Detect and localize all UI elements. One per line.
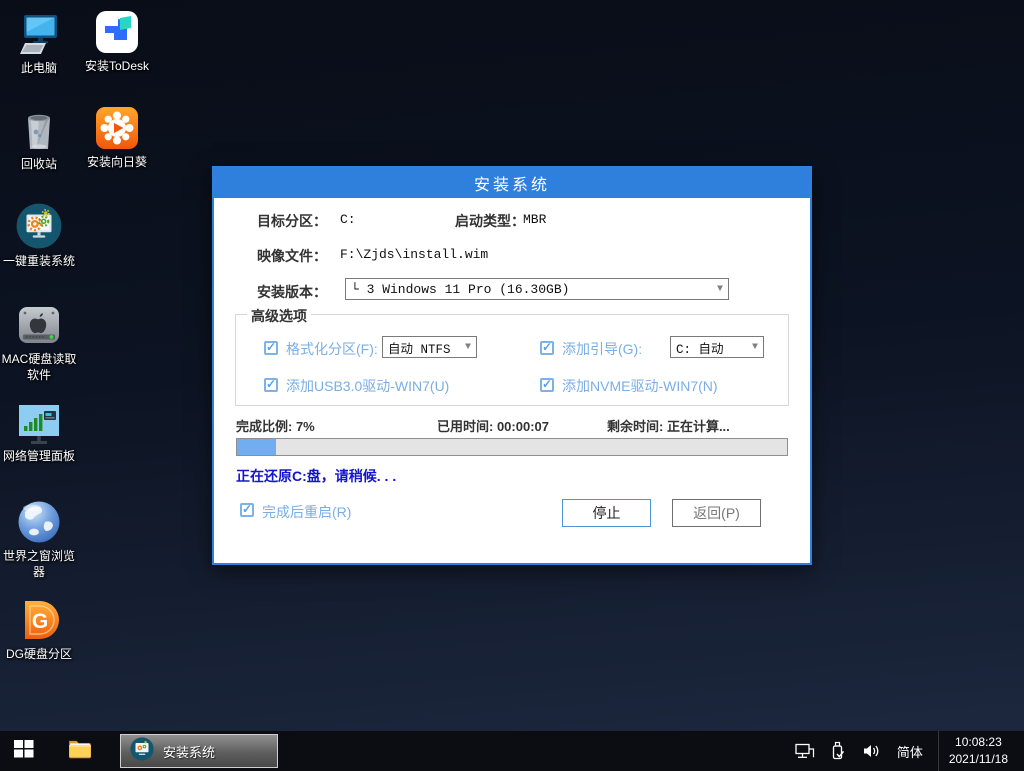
- stop-button[interactable]: 停止: [562, 499, 651, 527]
- desktop-icon-label: MAC硬盘读取软件: [1, 352, 77, 383]
- nvme-driver-checkbox[interactable]: [540, 378, 554, 392]
- todesk-icon: [93, 8, 141, 56]
- add-boot-checkbox[interactable]: [540, 341, 554, 355]
- desktop-icon-network-panel[interactable]: 网络管理面板: [0, 402, 78, 465]
- dialog-title-bar[interactable]: 安装系统: [214, 168, 810, 198]
- desktop-icon-label: 世界之窗浏览器: [1, 549, 77, 580]
- desktop-icon-label: DG硬盘分区: [6, 647, 72, 663]
- add-boot-value: C: 自动: [676, 338, 724, 357]
- advanced-options-legend: 高级选项: [247, 306, 311, 326]
- desktop-icon-this-pc[interactable]: 此电脑: [0, 10, 78, 77]
- network-tray-icon[interactable]: [795, 731, 815, 771]
- folder-icon: [67, 736, 93, 767]
- taskbar-clock[interactable]: 10:08:23 2021/11/18: [938, 731, 1018, 771]
- mac-disk-icon: [15, 301, 63, 349]
- progress-percent-label: 完成比例: 7%: [236, 416, 315, 435]
- boot-type-label: 启动类型：: [455, 211, 525, 231]
- volume-tray-icon[interactable]: [862, 731, 882, 771]
- start-button[interactable]: [0, 731, 48, 771]
- network-panel-icon: [15, 402, 63, 446]
- diskgenius-icon: G: [15, 596, 63, 644]
- remaining-time-label: 剩余时间: 正在计算...: [607, 416, 730, 435]
- desktop-icon-reinstall-system[interactable]: 一键重装系统: [0, 201, 78, 270]
- elapsed-time-label: 已用时间: 00:00:07: [437, 416, 549, 435]
- install-system-dialog: 安装系统 目标分区： C: 启动类型： MBR 映像文件： F:\Zjds\in…: [212, 166, 812, 565]
- target-partition-label: 目标分区：: [257, 211, 327, 231]
- install-version-value: └ 3 Windows 11 Pro (16.30GB): [351, 282, 569, 297]
- usb3-driver-label: 添加USB3.0驱动-WIN7(U): [286, 376, 449, 396]
- recycle-bin-icon: [15, 106, 63, 154]
- system-tray: 简体 10:08:23 2021/11/18: [795, 731, 1024, 771]
- image-file-label: 映像文件：: [257, 246, 327, 266]
- world-browser-icon: [15, 498, 63, 546]
- chevron-down-icon: ▼: [717, 284, 723, 295]
- usb3-driver-checkbox[interactable]: [264, 378, 278, 392]
- back-button[interactable]: 返回(P): [672, 499, 761, 527]
- format-type-value: 自动 NTFS: [388, 338, 451, 357]
- windows-logo-icon: [12, 737, 36, 766]
- format-partition-label: 格式化分区(F):: [286, 339, 378, 359]
- desktop-icon-label: 安装ToDesk: [85, 59, 149, 75]
- clock-time: 10:08:23: [949, 734, 1008, 751]
- desktop-icon-sunflower[interactable]: 安装向日葵: [78, 104, 156, 171]
- clock-date: 2021/11/18: [949, 751, 1008, 768]
- target-partition-value: C:: [340, 212, 356, 227]
- desktop-icon-label: 安装向日葵: [87, 155, 147, 171]
- reinstall-system-icon: [14, 201, 64, 251]
- ime-indicator[interactable]: 简体: [897, 742, 923, 761]
- restart-after-label: 完成后重启(R): [262, 502, 351, 522]
- progress-bar: [236, 438, 788, 456]
- nvme-driver-label: 添加NVME驱动-WIN7(N): [562, 376, 718, 396]
- install-version-label: 安装版本：: [257, 282, 327, 302]
- file-explorer-button[interactable]: [56, 731, 104, 771]
- progress-fill: [237, 439, 276, 455]
- svg-text:G: G: [32, 610, 48, 633]
- boot-type-value: MBR: [523, 212, 546, 227]
- advanced-options-group: 高级选项 格式化分区(F): 自动 NTFS ▼ 添加引导(G): C: 自动 …: [235, 314, 789, 406]
- sunflower-icon: [93, 104, 141, 152]
- taskbar-task-label: 安装系统: [163, 742, 215, 761]
- desktop-icon-diskgenius[interactable]: G DG硬盘分区: [0, 596, 78, 663]
- dialog-body: 目标分区： C: 启动类型： MBR 映像文件： F:\Zjds\install…: [214, 198, 810, 563]
- desktop-icon-mac-disk[interactable]: MAC硬盘读取软件: [0, 301, 78, 383]
- restart-after-checkbox[interactable]: [240, 503, 254, 517]
- taskbar: 安装系统 简体 10:08:23: [0, 731, 1024, 771]
- chevron-down-icon: ▼: [465, 342, 471, 353]
- desktop-icon-label: 此电脑: [21, 61, 57, 77]
- usb-tray-icon[interactable]: [830, 731, 847, 771]
- add-boot-dropdown[interactable]: C: 自动 ▼: [670, 336, 764, 358]
- desktop-icon-label: 一键重装系统: [3, 254, 75, 270]
- format-type-dropdown[interactable]: 自动 NTFS ▼: [382, 336, 477, 358]
- format-partition-checkbox[interactable]: [264, 341, 278, 355]
- reinstall-system-icon: [129, 736, 155, 767]
- add-boot-label: 添加引导(G):: [562, 339, 642, 359]
- this-pc-icon: [15, 10, 63, 58]
- taskbar-task-install-system[interactable]: 安装系统: [120, 734, 278, 768]
- desktop-icon-label: 网络管理面板: [3, 449, 75, 465]
- image-file-value: F:\Zjds\install.wim: [340, 247, 488, 262]
- desktop-icon-label: 回收站: [21, 157, 57, 173]
- chevron-down-icon: ▼: [752, 342, 758, 353]
- dialog-title: 安装系统: [474, 171, 550, 195]
- status-text: 正在还原C:盘，请稍候. . .: [236, 466, 396, 486]
- desktop-icon-todesk[interactable]: 安装ToDesk: [78, 8, 156, 75]
- desktop-icon-recycle-bin[interactable]: 回收站: [0, 106, 78, 173]
- desktop-icon-world-browser[interactable]: 世界之窗浏览器: [0, 498, 78, 580]
- install-version-dropdown[interactable]: └ 3 Windows 11 Pro (16.30GB) ▼: [345, 278, 729, 300]
